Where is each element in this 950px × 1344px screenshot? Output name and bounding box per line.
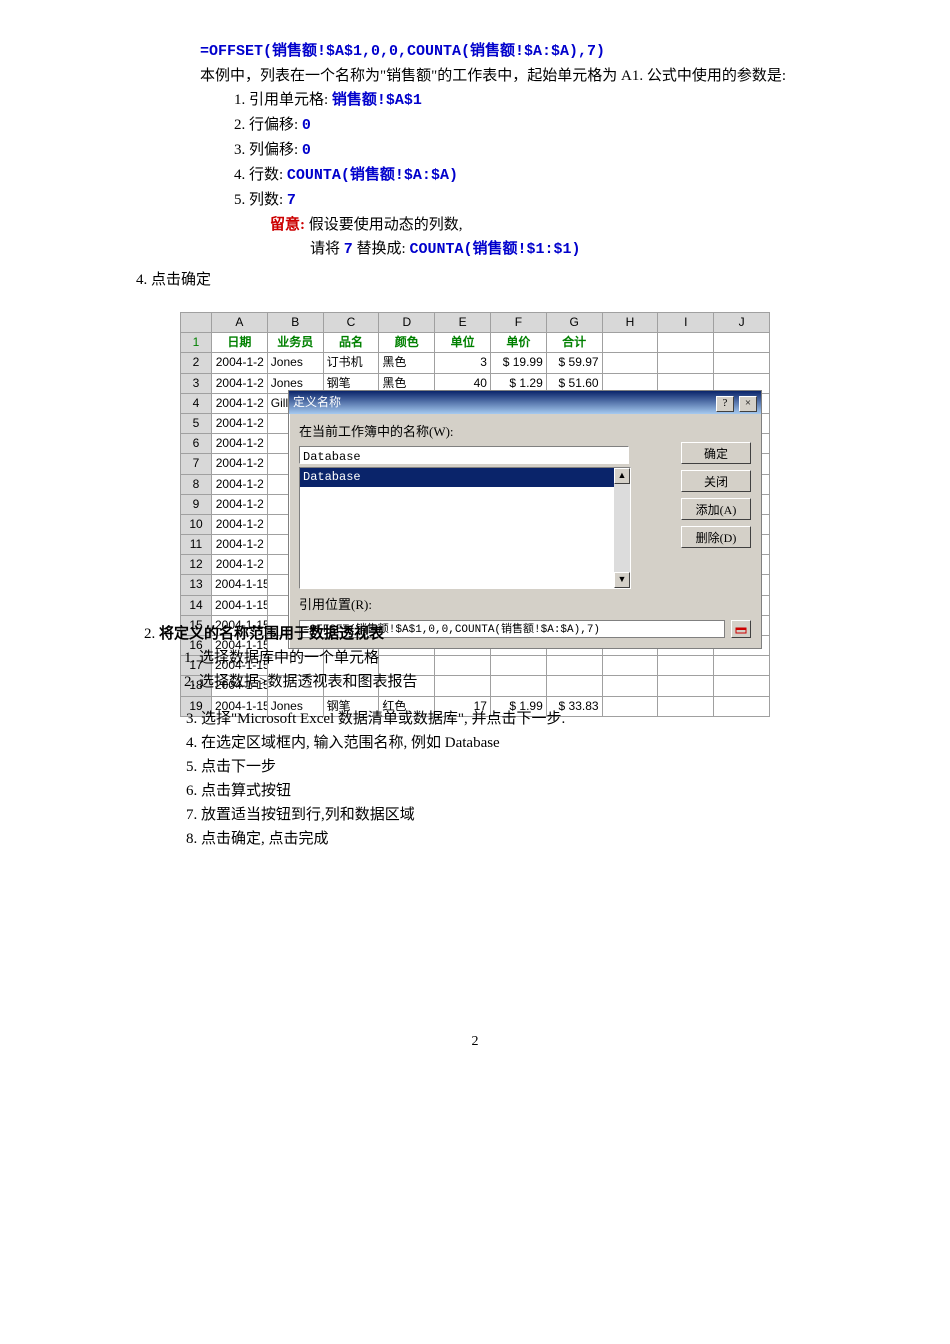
name-input[interactable]: Database [299, 446, 629, 464]
section-2-lower: 3. 选择"Microsoft Excel 数据清单或数据库", 并点击下一步.… [160, 707, 790, 851]
cell[interactable] [602, 353, 658, 373]
cell[interactable]: $ 59.97 [546, 353, 602, 373]
cell[interactable]: 2004-1-2 [212, 454, 268, 474]
dialog-title: 定义名称 [293, 393, 341, 412]
list-item: 1. 选择数据库中的一个单元格 [184, 646, 794, 670]
column-header[interactable]: A [212, 313, 268, 333]
cell[interactable] [658, 353, 714, 373]
row-header[interactable]: 14 [181, 595, 212, 615]
close-icon[interactable]: × [739, 396, 757, 412]
names-label: 在当前工作簿中的名称(W): [299, 422, 751, 443]
intro-text: 本例中，列表在一个名称为"销售额"的工作表中，起始单元格为 A1. 公式中使用的… [160, 64, 790, 88]
cell[interactable]: 2004-1-2 [212, 555, 268, 575]
row-header[interactable]: 13 [181, 575, 212, 595]
cell[interactable]: 2004-1-2 [212, 373, 268, 393]
param-3: 3. 列偏移: 0 [234, 138, 790, 163]
note-line1: 留意: 假设要使用动态的列数, [160, 213, 790, 237]
cell[interactable]: 2004-1-2 [212, 353, 268, 373]
column-header[interactable]: H [602, 313, 658, 333]
list-item[interactable]: Database [300, 468, 630, 487]
list-item: 3. 选择"Microsoft Excel 数据清单或数据库", 并点击下一步. [160, 707, 790, 731]
column-header[interactable]: D [379, 313, 435, 333]
cell[interactable]: 2004-1-2 [212, 494, 268, 514]
list-item: 4. 在选定区域框内, 输入范围名称, 例如 Database [160, 731, 790, 755]
section-2: 2. 将定义的名称范围用于数据透视表 1. 选择数据库中的一个单元格2. 选择数… [144, 622, 794, 694]
cell[interactable]: 2004-1-2 [212, 514, 268, 534]
cell[interactable]: Jones [267, 353, 323, 373]
list-item: 2. 选择数据>数据透视表和图表报告 [184, 670, 794, 694]
scroll-down-icon[interactable]: ▼ [614, 572, 630, 588]
param-2: 2. 行偏移: 0 [234, 113, 790, 138]
cell[interactable]: 2004-1-2 [212, 393, 268, 413]
column-header[interactable]: J [714, 313, 770, 333]
refersto-label: 引用位置(R): [299, 595, 751, 616]
row-header[interactable]: 4 [181, 393, 212, 413]
note-line2: 请将 7 替换成: COUNTA(销售额!$1:$1) [160, 237, 790, 262]
row-header[interactable]: 11 [181, 535, 212, 555]
cell[interactable]: 3 [435, 353, 491, 373]
list-item: 6. 点击算式按钮 [160, 779, 790, 803]
help-icon[interactable]: ? [716, 396, 734, 412]
cell[interactable]: $ 19.99 [490, 353, 546, 373]
row-header[interactable]: 12 [181, 555, 212, 575]
cell[interactable]: 2004-1-15 [212, 575, 268, 595]
row-header[interactable]: 8 [181, 474, 212, 494]
param-1: 1. 引用单元格: 销售额!$A$1 [234, 88, 790, 113]
cell[interactable]: 黑色 [379, 353, 435, 373]
excel-screenshot: ABCDEFGHIJ1日期业务员品名颜色单位单价合计22004-1-2Jones… [180, 312, 770, 717]
cell[interactable] [714, 353, 770, 373]
row-header[interactable]: 5 [181, 413, 212, 433]
row-header[interactable]: 2 [181, 353, 212, 373]
ok-button[interactable]: 确定 [681, 442, 751, 464]
scroll-up-icon[interactable]: ▲ [614, 468, 630, 484]
column-header[interactable]: I [658, 313, 714, 333]
table-header-cell [658, 333, 714, 353]
dialog-titlebar[interactable]: 定义名称 ? × [289, 391, 761, 414]
column-header[interactable]: E [435, 313, 491, 333]
names-listbox[interactable]: Database ▲ ▼ [299, 467, 631, 589]
table-header-cell: 品名 [323, 333, 379, 353]
cell[interactable]: 2004-1-15 [212, 595, 268, 615]
list-item: 7. 放置适当按钮到行,列和数据区域 [160, 803, 790, 827]
list-item: 5. 点击下一步 [160, 755, 790, 779]
table-header-cell [602, 333, 658, 353]
cell[interactable]: 2004-1-2 [212, 413, 268, 433]
cell[interactable]: 2004-1-2 [212, 434, 268, 454]
step-4: 4. 点击确定 [136, 268, 790, 292]
column-header[interactable]: C [323, 313, 379, 333]
cell[interactable]: 2004-1-2 [212, 474, 268, 494]
table-header-cell: 合计 [546, 333, 602, 353]
delete-button[interactable]: 删除(D) [681, 526, 751, 548]
scrollbar[interactable]: ▲ ▼ [614, 468, 630, 588]
row-header[interactable]: 7 [181, 454, 212, 474]
table-header-cell: 颜色 [379, 333, 435, 353]
row-header[interactable]: 6 [181, 434, 212, 454]
param-4: 4. 行数: COUNTA(销售额!$A:$A) [234, 163, 790, 188]
table-header-cell: 单位 [435, 333, 491, 353]
column-header[interactable]: F [490, 313, 546, 333]
table-header-cell: 日期 [212, 333, 268, 353]
row-header[interactable]: 9 [181, 494, 212, 514]
add-button[interactable]: 添加(A) [681, 498, 751, 520]
row-header[interactable]: 3 [181, 373, 212, 393]
table-header-cell: 业务员 [267, 333, 323, 353]
param-5: 5. 列数: 7 [234, 188, 790, 213]
list-item: 8. 点击确定, 点击完成 [160, 827, 790, 851]
page-number: 2 [160, 1031, 790, 1053]
row-header[interactable]: 10 [181, 514, 212, 534]
row-header[interactable]: 1 [181, 333, 212, 353]
table-header-cell: 单价 [490, 333, 546, 353]
define-name-dialog: 定义名称 ? × 在当前工作簿中的名称(W): Database Databas… [288, 390, 762, 649]
column-header[interactable]: B [267, 313, 323, 333]
column-header[interactable]: G [546, 313, 602, 333]
close-button[interactable]: 关闭 [681, 470, 751, 492]
cell[interactable]: 订书机 [323, 353, 379, 373]
formula-text: =OFFSET(销售额!$A$1,0,0,COUNTA(销售额!$A:$A),7… [160, 40, 790, 64]
table-header-cell [714, 333, 770, 353]
cell[interactable]: 2004-1-2 [212, 535, 268, 555]
